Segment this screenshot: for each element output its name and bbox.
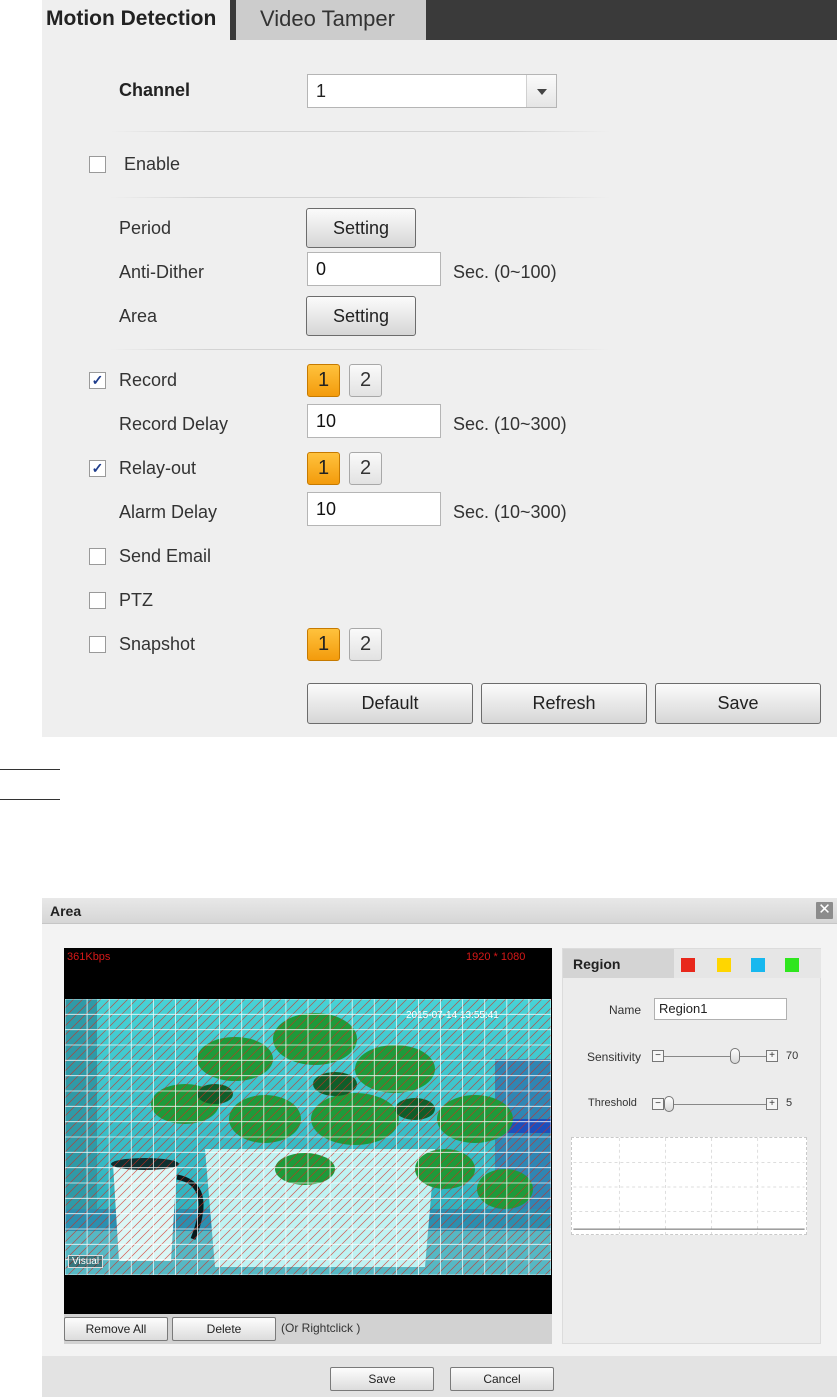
default-button[interactable]: Default xyxy=(307,683,473,724)
rightclick-hint: (Or Rightclick ) xyxy=(281,1321,361,1335)
chevron-down-icon[interactable] xyxy=(526,75,556,107)
period-setting-button[interactable]: Setting xyxy=(306,208,416,248)
area-dialog-titlebar: Area ✕ xyxy=(42,898,837,924)
sensitivity-track[interactable] xyxy=(664,1056,766,1057)
region-tab[interactable]: Region xyxy=(563,949,674,978)
record-label: Record xyxy=(119,370,178,390)
snapshot-channel-2-button[interactable]: 2 xyxy=(349,628,382,661)
threshold-track[interactable] xyxy=(664,1104,766,1105)
divider xyxy=(110,197,610,198)
sensitivity-plus-button[interactable]: + xyxy=(766,1050,778,1062)
close-icon[interactable]: ✕ xyxy=(816,902,833,919)
tab-motion-detection[interactable]: Motion Detection xyxy=(42,0,230,40)
tab-bar: Motion Detection Video Tamper xyxy=(42,0,837,40)
relay-out-checkbox[interactable]: ✓ xyxy=(89,460,106,477)
alarm-delay-unit: Sec. (10~300) xyxy=(453,502,567,522)
area-save-button[interactable]: Save xyxy=(330,1367,434,1391)
area-dialog-title: Area xyxy=(50,903,82,919)
snapshot-channel-1-button[interactable]: 1 xyxy=(307,628,340,661)
area-setting-button[interactable]: Setting xyxy=(306,296,416,336)
record-delay-unit: Sec. (10~300) xyxy=(453,414,567,434)
alarm-delay-input[interactable]: 10 xyxy=(307,492,441,526)
video-mode-label: Visual xyxy=(68,1255,104,1268)
record-channel-1-button[interactable]: 1 xyxy=(307,364,340,397)
divider xyxy=(0,769,60,770)
enable-checkbox[interactable] xyxy=(89,156,106,173)
motion-grid-overlay[interactable] xyxy=(65,999,551,1275)
threshold-plus-button[interactable]: + xyxy=(766,1098,778,1110)
enable-label: Enable xyxy=(124,154,181,174)
record-delay-input[interactable]: 10 xyxy=(307,404,441,438)
record-delay-label: Record Delay xyxy=(119,414,229,434)
remove-all-button[interactable]: Remove All xyxy=(64,1317,168,1341)
record-checkbox[interactable]: ✓ xyxy=(89,372,106,389)
region-name-input[interactable]: Region1 xyxy=(654,998,787,1020)
bitrate-readout: 361Kbps xyxy=(67,951,111,963)
threshold-slider-handle[interactable] xyxy=(664,1096,675,1112)
video-timestamp: 2015-07-14 13:55:41 xyxy=(406,1010,499,1021)
record-channel-2-button[interactable]: 2 xyxy=(349,364,382,397)
divider xyxy=(0,799,60,800)
save-button[interactable]: Save xyxy=(655,683,821,724)
tab-video-tamper[interactable]: Video Tamper xyxy=(236,0,426,40)
snapshot-label: Snapshot xyxy=(119,634,196,654)
send-email-checkbox[interactable] xyxy=(89,548,106,565)
relay-channel-1-button[interactable]: 1 xyxy=(307,452,340,485)
alarm-delay-label: Alarm Delay xyxy=(119,502,218,522)
threshold-minus-button[interactable]: − xyxy=(652,1098,664,1110)
divider xyxy=(110,131,610,132)
sensitivity-slider-handle[interactable] xyxy=(730,1048,741,1064)
snapshot-checkbox[interactable] xyxy=(89,636,106,653)
delete-button[interactable]: Delete xyxy=(172,1317,276,1341)
antidither-input[interactable]: 0 xyxy=(307,252,441,286)
sensitivity-minus-button[interactable]: − xyxy=(652,1050,664,1062)
threshold-label: Threshold xyxy=(588,1097,637,1109)
channel-select[interactable]: 1 xyxy=(307,74,557,108)
area-label: Area xyxy=(119,306,158,326)
region-name-label: Name xyxy=(609,1003,642,1017)
send-email-label: Send Email xyxy=(119,546,212,566)
relay-out-label: Relay-out xyxy=(119,458,197,478)
resolution-readout: 1920 * 1080 xyxy=(466,951,526,963)
period-label: Period xyxy=(119,218,172,238)
antidither-label: Anti-Dither xyxy=(119,262,205,282)
ptz-checkbox[interactable] xyxy=(89,592,106,609)
area-cancel-button[interactable]: Cancel xyxy=(450,1367,554,1391)
sensitivity-label: Sensitivity xyxy=(587,1050,642,1064)
motion-waveform xyxy=(571,1137,807,1235)
channel-value: 1 xyxy=(316,81,327,101)
sensitivity-value: 70 xyxy=(786,1050,799,1062)
region-color-yellow[interactable] xyxy=(717,958,731,972)
refresh-button[interactable]: Refresh xyxy=(481,683,647,724)
channel-label: Channel xyxy=(119,80,191,100)
ptz-label: PTZ xyxy=(119,590,153,610)
threshold-value: 5 xyxy=(786,1097,793,1109)
region-color-blue[interactable] xyxy=(751,958,765,972)
relay-channel-2-button[interactable]: 2 xyxy=(349,452,382,485)
area-dialog-footer xyxy=(42,1356,837,1397)
antidither-unit: Sec. (0~100) xyxy=(453,262,557,282)
divider xyxy=(110,349,610,350)
region-color-green[interactable] xyxy=(785,958,799,972)
region-color-red[interactable] xyxy=(681,958,695,972)
